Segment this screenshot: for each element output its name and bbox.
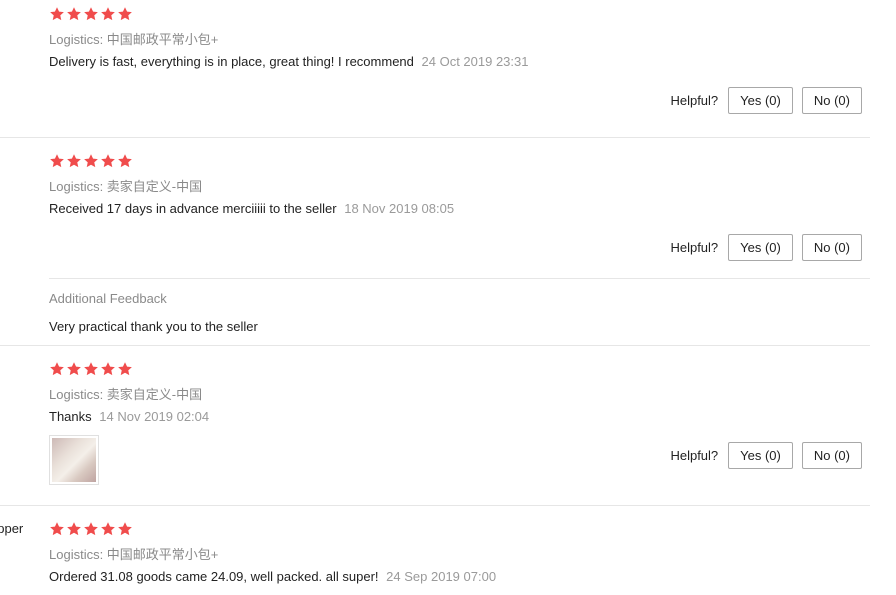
review-text-line: Delivery is fast, everything is in place… <box>49 54 529 69</box>
feedback-divider <box>49 278 870 279</box>
review-item: Logistics: 中国邮政平常小包+ Delivery is fast, e… <box>0 0 870 137</box>
rating-stars <box>49 521 133 537</box>
star-icon <box>66 361 82 377</box>
star-icon <box>66 153 82 169</box>
review-text: Delivery is fast, everything is in place… <box>49 54 414 69</box>
star-icon <box>117 153 133 169</box>
review-timestamp: 24 Oct 2019 23:31 <box>421 54 529 69</box>
star-icon <box>49 361 65 377</box>
review-timestamp: 18 Nov 2019 08:05 <box>344 201 455 216</box>
review-text: Ordered 31.08 goods came 24.09, well pac… <box>49 569 379 584</box>
star-icon <box>100 521 116 537</box>
rating-stars <box>49 153 133 169</box>
helpful-no-button[interactable]: No (0) <box>801 87 862 114</box>
additional-feedback-text: Very practical thank you to the seller <box>49 319 258 334</box>
logistics-info: Logistics: 中国邮政平常小包+ <box>49 547 219 562</box>
review-text-line: Ordered 31.08 goods came 24.09, well pac… <box>49 569 496 584</box>
star-icon <box>100 153 116 169</box>
star-icon <box>117 361 133 377</box>
star-icon <box>83 153 99 169</box>
star-icon <box>66 6 82 22</box>
review-text-line: Thanks 14 Nov 2019 02:04 <box>49 409 209 424</box>
star-icon <box>66 521 82 537</box>
logistics-info: Logistics: 卖家自定义-中国 <box>49 179 203 194</box>
star-icon <box>49 6 65 22</box>
helpful-controls: Helpful? Yes (0) No (0) <box>670 442 862 469</box>
star-icon <box>49 521 65 537</box>
review-text-line: Received 17 days in advance merciiiii to… <box>49 201 454 216</box>
helpful-controls: Helpful? Yes (0) No (0) <box>670 234 862 261</box>
review-text: Received 17 days in advance merciiiii to… <box>49 201 337 216</box>
logistics-info: Logistics: 中国邮政平常小包+ <box>49 32 219 47</box>
star-icon <box>100 6 116 22</box>
review-item: opper Logistics: 中国邮政平常小包+ Ordered 31.08… <box>0 506 870 595</box>
additional-feedback-label: Additional Feedback <box>49 291 167 306</box>
review-timestamp: 24 Sep 2019 07:00 <box>386 569 497 584</box>
star-icon <box>100 361 116 377</box>
review-timestamp: 14 Nov 2019 02:04 <box>99 409 210 424</box>
star-icon <box>117 6 133 22</box>
helpful-yes-button[interactable]: Yes (0) <box>728 87 793 114</box>
star-icon <box>83 361 99 377</box>
helpful-no-button[interactable]: No (0) <box>801 442 862 469</box>
helpful-label: Helpful? <box>670 448 719 463</box>
review-text: Thanks <box>49 409 92 424</box>
star-icon <box>83 521 99 537</box>
review-item: Logistics: 卖家自定义-中国 Received 17 days in … <box>0 138 870 345</box>
reviewer-name: opper <box>0 521 24 536</box>
helpful-controls: Helpful? Yes (0) No (0) <box>670 87 862 114</box>
photo-image <box>52 438 96 482</box>
helpful-label: Helpful? <box>670 93 719 108</box>
star-icon <box>49 153 65 169</box>
helpful-yes-button[interactable]: Yes (0) <box>728 234 793 261</box>
star-icon <box>83 6 99 22</box>
star-icon <box>117 521 133 537</box>
review-item: Logistics: 卖家自定义-中国 Thanks 14 Nov 2019 0… <box>0 346 870 505</box>
logistics-info: Logistics: 卖家自定义-中国 <box>49 387 203 402</box>
review-photo-thumbnail[interactable] <box>49 435 99 485</box>
helpful-yes-button[interactable]: Yes (0) <box>728 442 793 469</box>
rating-stars <box>49 6 133 22</box>
rating-stars <box>49 361 133 377</box>
helpful-label: Helpful? <box>670 240 719 255</box>
helpful-no-button[interactable]: No (0) <box>801 234 862 261</box>
